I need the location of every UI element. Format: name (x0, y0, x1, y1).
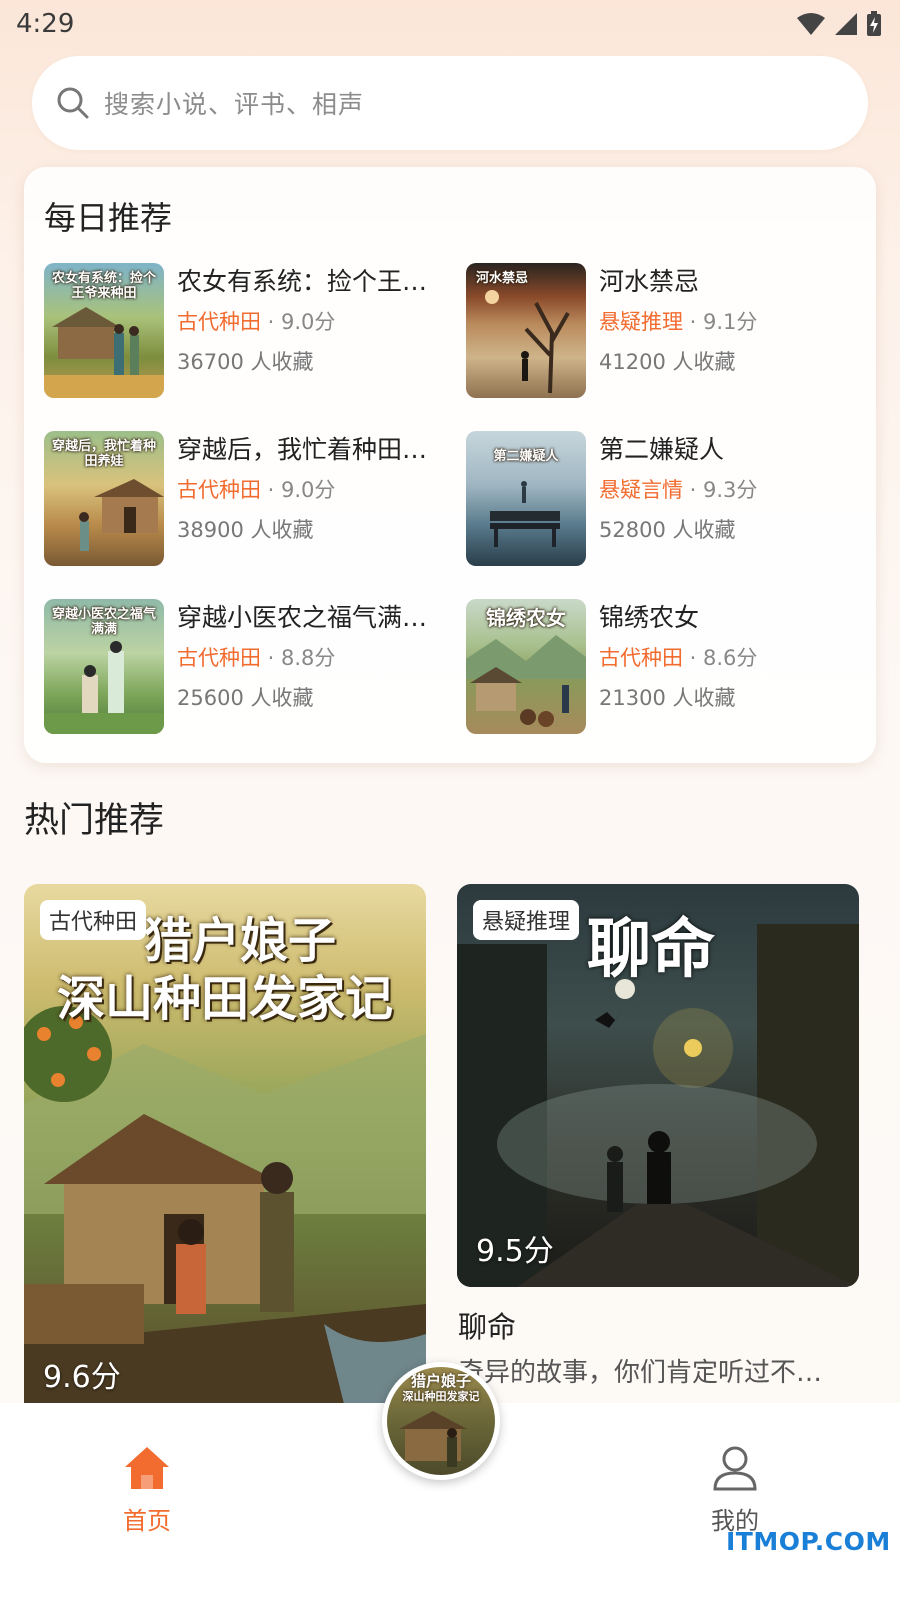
book-genre: 古代种田 (177, 310, 261, 334)
status-time: 4:29 (16, 9, 75, 39)
book-cover[interactable]: 锦绣农女 (466, 599, 586, 734)
book-title: 河水禁忌 (599, 267, 700, 296)
hot-book-cover-line2: 深山种田发家记 (56, 971, 393, 1027)
book-info: 第二嫌疑人 悬疑言情 · 9.3分 52800 人收藏 (599, 431, 854, 566)
nav-home-label: 首页 (123, 1507, 171, 1535)
book-cover-text: 锦绣农女 (486, 606, 566, 630)
book-score: · 9.3分 (683, 478, 758, 502)
search-bar[interactable]: 搜索小说、评书、相声 (32, 56, 868, 150)
daily-recommend-title: 每日推荐 (44, 199, 173, 237)
watermark: ITMOP.COM (726, 1527, 891, 1556)
book-favorites: 52800 人收藏 (599, 518, 736, 542)
wifi-icon (797, 13, 825, 35)
book-score: · 9.0分 (261, 478, 336, 502)
book-cover-text: 穿越小医农之福气满满 (51, 607, 156, 637)
book-genre: 古代种田 (177, 646, 261, 670)
book-favorites: 25600 人收藏 (177, 686, 314, 710)
book-item[interactable]: 锦绣农女 锦绣农女 古代种田 · 8.6分 21300 人收藏 (466, 599, 864, 734)
book-item[interactable]: 穿越后，我忙着种田养娃 穿越后，我忙着种田… 古代种田 · 9.0分 38900… (44, 431, 466, 566)
search-icon (57, 87, 89, 119)
user-icon (713, 1446, 757, 1491)
hot-book-card[interactable]: 悬疑推理 聊命 9.5分 (457, 884, 859, 1287)
book-score: · 9.0分 (261, 310, 336, 334)
book-title: 第二嫌疑人 (599, 435, 725, 464)
book-info: 穿越后，我忙着种田… 古代种田 · 9.0分 38900 人收藏 (177, 431, 432, 566)
book-favorites: 38900 人收藏 (177, 518, 314, 542)
now-playing-disc[interactable]: 猎户娘子 深山种田发家记 (382, 1362, 500, 1480)
book-cover-text: 农女有系统：捡个王爷来种田 (51, 271, 156, 301)
book-favorites: 21300 人收藏 (599, 686, 736, 710)
book-favorites: 36700 人收藏 (177, 350, 314, 374)
book-cover[interactable]: 农女有系统：捡个王爷来种田 (44, 263, 164, 398)
book-score: · 8.8分 (261, 646, 336, 670)
book-info: 河水禁忌 悬疑推理 · 9.1分 41200 人收藏 (599, 263, 854, 398)
book-cover[interactable]: 河水禁忌 (466, 263, 586, 398)
book-title: 穿越小医农之福气满… (177, 603, 428, 632)
book-genre: 古代种田 (177, 478, 261, 502)
book-info: 锦绣农女 古代种田 · 8.6分 21300 人收藏 (599, 599, 854, 734)
book-genre: 悬疑推理 (599, 310, 683, 334)
book-genre: 古代种田 (599, 646, 683, 670)
book-meta: 古代种田 · 9.0分 (177, 306, 432, 338)
book-meta: 古代种田 · 9.0分 (177, 474, 432, 506)
status-bar: 4:29 (0, 0, 900, 48)
book-meta: 悬疑推理 · 9.1分 (599, 306, 854, 338)
daily-book-grid: 农女有系统：捡个王爷来种田 农女有系统：捡个王… 古代种田 · 9.0分 367… (44, 263, 864, 734)
now-playing-cover-line1: 猎户娘子 (410, 1372, 471, 1390)
signal-icon (835, 13, 857, 35)
hot-book-tag: 古代种田 (40, 900, 147, 940)
book-item[interactable]: 农女有系统：捡个王爷来种田 农女有系统：捡个王… 古代种田 · 9.0分 367… (44, 263, 466, 398)
hot-book-cover-title: 聊命 (587, 912, 715, 987)
book-meta: 古代种田 · 8.8分 (177, 642, 432, 674)
book-score: · 8.6分 (683, 646, 758, 670)
book-meta: 悬疑言情 · 9.3分 (599, 474, 854, 506)
book-cover-text: 河水禁忌 (476, 271, 529, 286)
now-playing-cover-line2: 深山种田发家记 (402, 1390, 480, 1403)
hot-recommend-title: 热门推荐 (24, 801, 165, 841)
status-icons (796, 11, 882, 37)
book-item[interactable]: 第二嫌疑人 第二嫌疑人 悬疑言情 · 9.3分 52800 人收藏 (466, 431, 864, 566)
hot-book-title: 聊命 (458, 1310, 517, 1344)
book-favorites: 41200 人收藏 (599, 350, 736, 374)
hot-book-description: 奇异的故事，你们肯定听过不少吧 (458, 1358, 838, 1388)
daily-recommend-card: 每日推荐 农女有系统：捡个王爷来种田 农女有系统：捡个王… 古代种田 · 9.0… (24, 167, 876, 763)
nav-mine[interactable]: 我的 (685, 1445, 785, 1536)
book-info: 农女有系统：捡个王… 古代种田 · 9.0分 36700 人收藏 (177, 263, 432, 398)
book-meta: 古代种田 · 8.6分 (599, 642, 854, 674)
now-playing-cover: 猎户娘子 深山种田发家记 (387, 1367, 495, 1475)
hot-book-tag: 悬疑推理 (473, 900, 580, 940)
book-cover-text: 穿越后，我忙着种田养娃 (51, 439, 156, 469)
battery-icon (867, 11, 881, 36)
book-title: 农女有系统：捡个王… (177, 267, 428, 296)
book-cover[interactable]: 穿越小医农之福气满满 (44, 599, 164, 734)
book-score: · 9.1分 (683, 310, 758, 334)
home-icon (125, 1447, 169, 1489)
nav-home[interactable]: 首页 (97, 1445, 197, 1536)
book-info: 穿越小医农之福气满… 古代种田 · 8.8分 25600 人收藏 (177, 599, 432, 734)
book-cover[interactable]: 第二嫌疑人 (466, 431, 586, 566)
now-playing-cover-text: 猎户娘子 深山种田发家记 (387, 1373, 495, 1404)
book-title: 锦绣农女 (599, 603, 700, 632)
hot-book-card[interactable]: 古代种田 猎户娘子 深山种田发家记 9.6分 (24, 884, 426, 1404)
hot-book-score: 9.5分 (476, 1234, 554, 1269)
hot-book-score: 9.6分 (43, 1360, 121, 1395)
book-cover-text: 第二嫌疑人 (493, 449, 559, 464)
book-cover[interactable]: 穿越后，我忙着种田养娃 (44, 431, 164, 566)
book-title: 穿越后，我忙着种田… (177, 435, 428, 464)
book-item[interactable]: 穿越小医农之福气满满 穿越小医农之福气满… 古代种田 · 8.8分 25600 … (44, 599, 466, 734)
search-input[interactable]: 搜索小说、评书、相声 (104, 85, 364, 121)
book-genre: 悬疑言情 (599, 478, 683, 502)
book-item[interactable]: 河水禁忌 河水禁忌 悬疑推理 · 9.1分 41200 人收藏 (466, 263, 864, 398)
